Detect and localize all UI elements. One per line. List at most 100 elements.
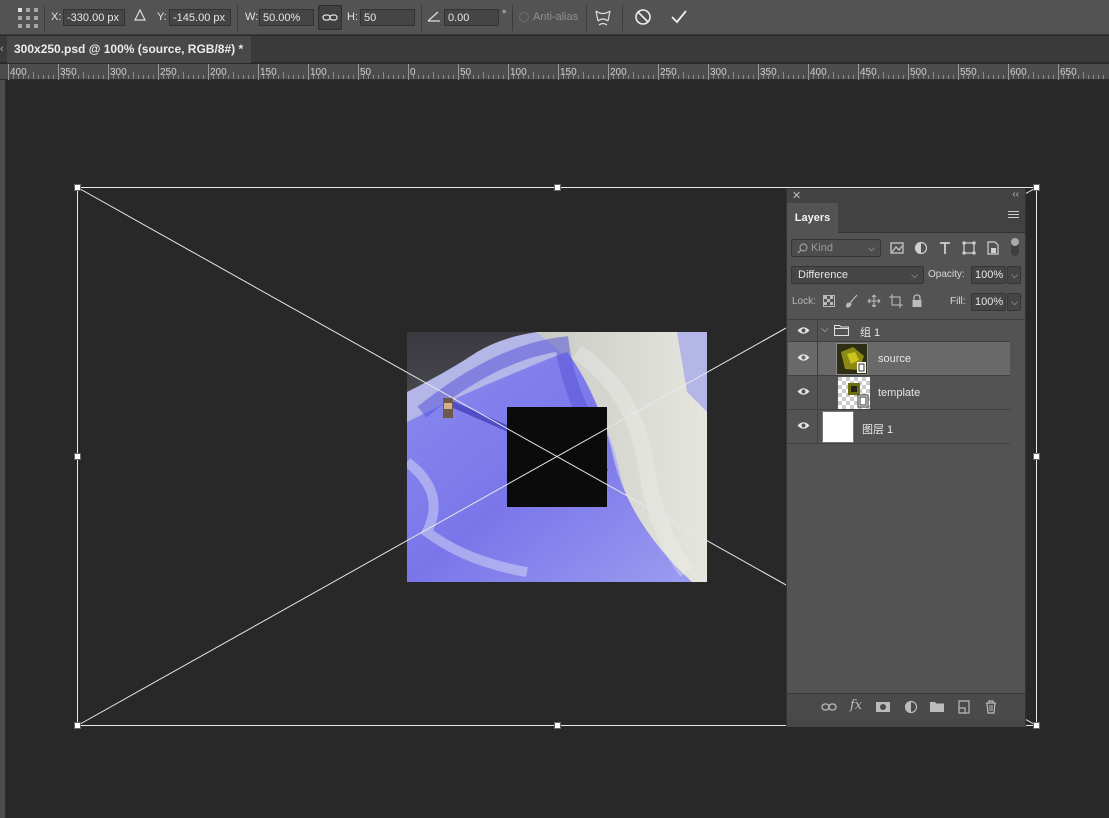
ruler-minor-tick — [1003, 75, 1004, 79]
cancel-transform-icon[interactable] — [634, 8, 652, 29]
new-adjustment-layer-icon[interactable] — [903, 699, 919, 715]
ruler-minor-tick — [13, 75, 14, 79]
transform-handle-middle-left[interactable] — [74, 453, 81, 460]
antialias-label: Anti-alias — [533, 11, 579, 23]
lock-position-icon[interactable] — [867, 294, 881, 308]
ruler-minor-tick — [723, 75, 724, 79]
layer-row-group[interactable]: ⌵ 组 1 — [788, 320, 1010, 342]
delta-icon[interactable] — [134, 8, 146, 24]
lock-transparent-pixels-icon[interactable] — [823, 295, 835, 307]
ruler-minor-tick — [748, 75, 749, 79]
ruler-minor-tick — [968, 75, 969, 79]
ruler-minor-tick — [383, 72, 384, 79]
visibility-toggle[interactable] — [788, 320, 818, 341]
lock-artboard-icon[interactable] — [889, 294, 903, 308]
separator — [586, 5, 587, 31]
ruler-minor-tick — [843, 75, 844, 79]
visibility-toggle[interactable] — [788, 410, 818, 443]
type-layer-filter-icon[interactable] — [937, 240, 953, 256]
w-label: W: — [245, 11, 259, 23]
ruler-minor-tick — [893, 75, 894, 79]
ruler-minor-tick — [873, 75, 874, 79]
transform-handle-bottom-center[interactable] — [554, 722, 561, 729]
pixel-layer-filter-icon[interactable] — [889, 240, 905, 256]
ruler-minor-tick — [348, 75, 349, 79]
ruler-minor-tick — [428, 75, 429, 79]
collapse-panel-icon[interactable]: ‹‹ — [1012, 189, 1019, 200]
close-panel-icon[interactable]: ✕ — [792, 189, 801, 202]
adjustment-layer-filter-icon[interactable] — [913, 240, 929, 256]
reference-point-icon[interactable] — [18, 8, 38, 28]
panel-resize-bar[interactable] — [787, 719, 1025, 727]
layer-styles-fx-icon[interactable]: fx — [850, 698, 862, 713]
add-mask-icon[interactable] — [875, 699, 891, 715]
ruler-major-tick — [108, 64, 109, 80]
ruler-minor-tick — [948, 75, 949, 79]
ruler-minor-tick — [603, 75, 604, 79]
visibility-toggle[interactable] — [788, 376, 818, 409]
eye-icon — [797, 422, 810, 429]
ruler-minor-tick — [533, 72, 534, 79]
transform-handle-middle-right[interactable] — [1033, 453, 1040, 460]
ruler-minor-tick — [243, 75, 244, 79]
layer-row-template[interactable]: template — [788, 376, 1010, 410]
ruler-minor-tick — [1048, 75, 1049, 79]
transform-handle-bottom-left[interactable] — [74, 722, 81, 729]
link-aspect-ratio-button[interactable] — [318, 5, 342, 30]
ruler-minor-tick — [313, 75, 314, 79]
ruler-minor-tick — [118, 75, 119, 79]
warp-mode-icon[interactable] — [594, 8, 612, 31]
lock-image-pixels-icon[interactable] — [845, 294, 859, 308]
antialias-check-indicator — [519, 12, 529, 22]
ruler-minor-tick — [813, 75, 814, 79]
ruler-minor-tick — [228, 75, 229, 79]
ruler-minor-tick — [268, 75, 269, 79]
fill-input[interactable]: 100% — [971, 293, 1006, 311]
lock-all-icon[interactable] — [911, 294, 923, 308]
ruler-minor-tick — [498, 75, 499, 79]
blend-mode-select[interactable]: Difference ⌵ — [791, 266, 924, 284]
layer-row-source[interactable]: source — [788, 342, 1010, 376]
x-position-input[interactable] — [63, 9, 125, 26]
transform-handle-top-right[interactable] — [1033, 184, 1040, 191]
commit-transform-icon[interactable] — [670, 8, 688, 29]
opacity-dropdown-button[interactable]: ⌵ — [1007, 266, 1021, 284]
layers-scrollbar[interactable] — [1010, 320, 1025, 693]
fill-dropdown-button[interactable]: ⌵ — [1007, 293, 1021, 311]
height-input[interactable] — [360, 9, 415, 26]
chevron-down-icon[interactable]: ⌵ — [821, 324, 829, 335]
document-tab[interactable]: 300x250.psd @ 100% (source, RGB/8#) * — [7, 36, 252, 63]
fill-value: 100% — [975, 296, 1004, 308]
tab-layers[interactable]: Layers — [787, 203, 838, 233]
shape-layer-filter-icon[interactable] — [961, 240, 977, 256]
panel-header-strip: ✕ ‹‹ — [787, 189, 1025, 203]
ruler-minor-tick — [63, 75, 64, 79]
layer-filter-kind-select[interactable]: Kind ⌵ — [791, 239, 881, 257]
ruler-minor-tick — [848, 75, 849, 79]
horizontal-ruler[interactable]: 400 350 300 250 200 150 100 50 0 50 100 150 200 250 30… — [0, 64, 1109, 80]
ruler-major-tick — [958, 64, 959, 80]
ruler-minor-tick — [538, 75, 539, 79]
new-layer-icon[interactable] — [956, 699, 972, 715]
y-position-input[interactable] — [169, 9, 231, 26]
panel-menu-icon[interactable] — [1008, 211, 1019, 221]
filter-toggle-switch[interactable] — [1011, 238, 1019, 256]
transform-handle-top-left[interactable] — [74, 184, 81, 191]
ruler-minor-tick — [1098, 75, 1099, 79]
transform-handle-bottom-right[interactable] — [1033, 722, 1040, 729]
new-group-folder-icon[interactable] — [929, 699, 945, 715]
transform-handle-top-center[interactable] — [554, 184, 561, 191]
opacity-input[interactable]: 100% — [971, 266, 1006, 284]
delete-layer-trash-icon[interactable] — [983, 699, 999, 715]
angle-input[interactable] — [444, 9, 499, 26]
link-layers-icon[interactable] — [821, 699, 837, 715]
ruler-minor-tick — [23, 75, 24, 79]
tab-scroll-left-icon[interactable]: ‹ — [0, 43, 4, 55]
ruler-minor-tick — [473, 75, 474, 79]
ruler-minor-tick — [148, 75, 149, 79]
width-input[interactable] — [259, 9, 314, 26]
smart-object-filter-icon[interactable] — [985, 240, 1001, 256]
layer-row-layer1[interactable]: 图层 1 — [788, 410, 1010, 444]
separator — [421, 5, 422, 31]
visibility-toggle[interactable] — [788, 342, 818, 375]
